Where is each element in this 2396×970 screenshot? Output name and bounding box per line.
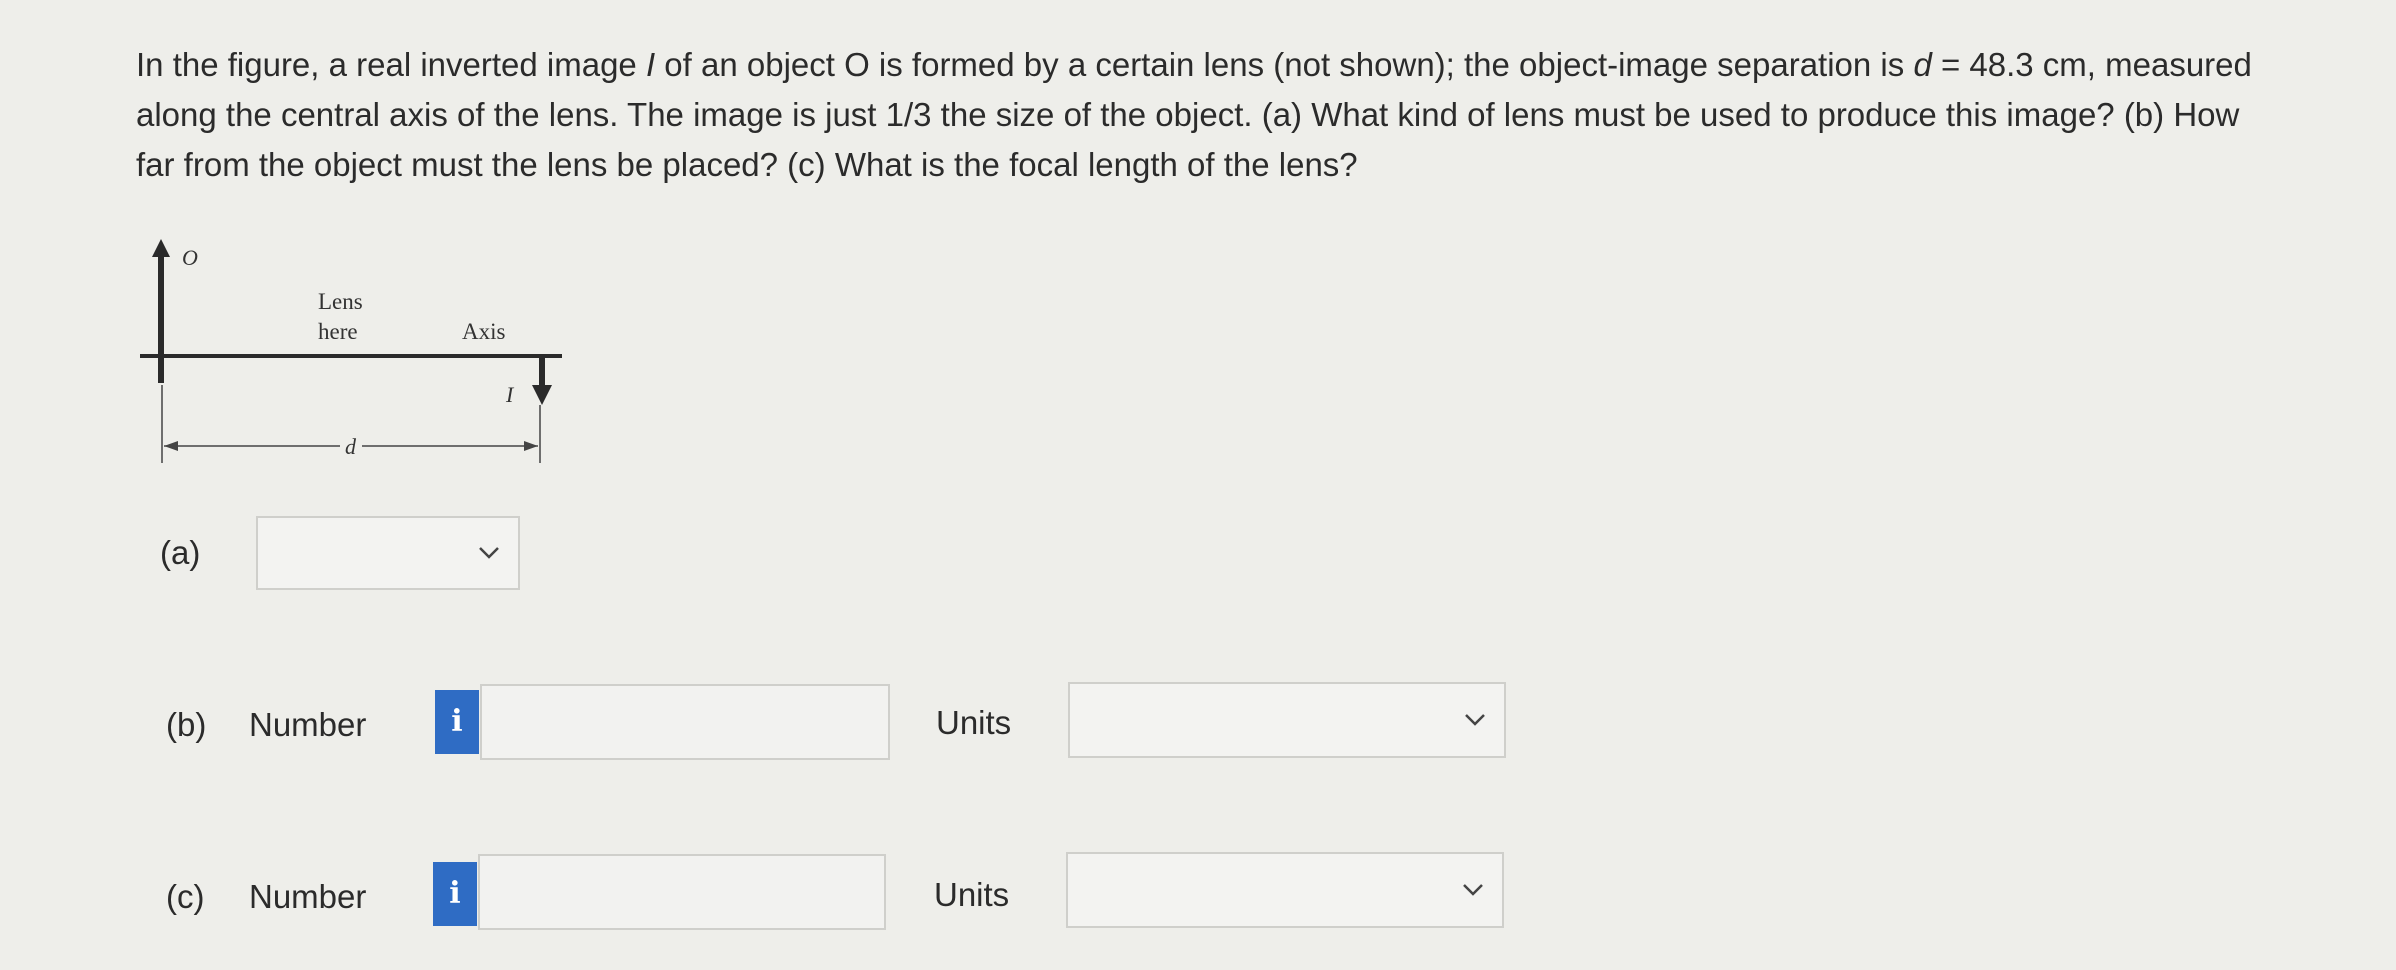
lens-label-line1: Lens: [318, 289, 363, 314]
part-a-lens-type-select[interactable]: [256, 516, 520, 590]
lens-diagram: O Lens here Axis I d: [140, 239, 562, 463]
part-b-number-input[interactable]: [480, 684, 890, 760]
part-a-label: (a): [160, 534, 201, 571]
part-b-units-label: Units: [936, 704, 1012, 741]
chevron-down-icon: [1463, 884, 1483, 896]
part-c-label: (c): [166, 878, 205, 915]
part-b-info-button[interactable]: i: [435, 690, 479, 754]
axis-label: Axis: [462, 319, 506, 344]
chevron-down-icon: [479, 547, 499, 559]
image-label: I: [505, 382, 515, 407]
image-symbol: I: [645, 46, 656, 83]
part-c-units-select[interactable]: [1066, 852, 1504, 928]
object-label: O: [182, 245, 198, 270]
image-arrow: [532, 358, 552, 405]
distance-label: d: [345, 434, 357, 459]
d-symbol: d: [1913, 46, 1932, 83]
lens-figure: O Lens here Axis I d: [140, 225, 580, 475]
question-segment-2: of an object O is formed by a certain le…: [655, 46, 1914, 83]
part-b-number-label: Number: [249, 706, 367, 743]
question-segment-1: In the figure, a real inverted image: [136, 46, 646, 83]
lens-label-line2: here: [318, 319, 358, 344]
part-b-label: (b): [166, 706, 207, 743]
part-c-units-label: Units: [934, 876, 1010, 913]
part-b-units-select[interactable]: [1068, 682, 1506, 758]
part-c-number-label: Number: [249, 878, 367, 915]
chevron-down-icon: [1465, 714, 1485, 726]
object-arrow: [152, 239, 170, 383]
question-text: In the figure, a real inverted image I o…: [136, 40, 2276, 190]
part-c-number-input[interactable]: [478, 854, 886, 930]
part-c-info-button[interactable]: i: [433, 862, 477, 926]
